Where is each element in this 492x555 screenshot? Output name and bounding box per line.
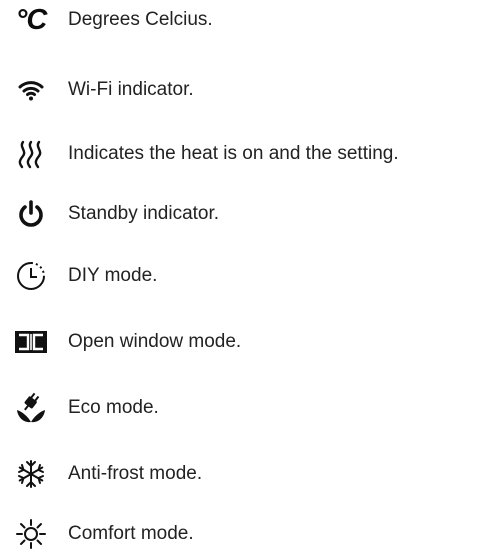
legend-item-wifi: Wi-Fi indicator. [0, 70, 492, 110]
legend-label: Degrees Celcius. [68, 9, 213, 30]
legend-label: Open window mode. [68, 331, 242, 352]
legend-item-heat: Indicates the heat is on and the setting… [0, 134, 492, 174]
legend-item-open-window: Open window mode. [0, 322, 492, 362]
legend-label: Wi-Fi indicator. [68, 79, 194, 100]
sun-icon [10, 514, 52, 554]
legend-label: Eco mode. [68, 397, 159, 418]
snowflake-icon [10, 454, 52, 494]
wifi-icon [10, 70, 52, 110]
icon-legend: °C Degrees Celcius. Wi-Fi indicator. Ind… [0, 0, 492, 555]
legend-item-standby: Standby indicator. [0, 194, 492, 234]
open-window-icon [10, 322, 52, 362]
legend-item-comfort: Comfort mode. [0, 514, 492, 554]
legend-item-eco: Eco mode. [0, 388, 492, 428]
degrees-celsius-icon: °C [15, 3, 48, 36]
legend-item-diy: DIY mode. [0, 256, 492, 296]
heat-waves-icon [10, 134, 52, 174]
legend-label: Standby indicator. [68, 203, 220, 224]
eco-plug-leaf-icon [10, 388, 52, 428]
legend-label: Indicates the heat is on and the setting… [68, 143, 399, 164]
power-standby-icon [10, 194, 52, 234]
legend-label: Comfort mode. [68, 523, 194, 544]
legend-item-anti-frost: Anti-frost mode. [0, 454, 492, 494]
clock-icon [10, 256, 52, 296]
legend-item-celsius: °C Degrees Celcius. [0, 0, 492, 40]
legend-label: DIY mode. [68, 265, 158, 286]
legend-label: Anti-frost mode. [68, 463, 203, 484]
